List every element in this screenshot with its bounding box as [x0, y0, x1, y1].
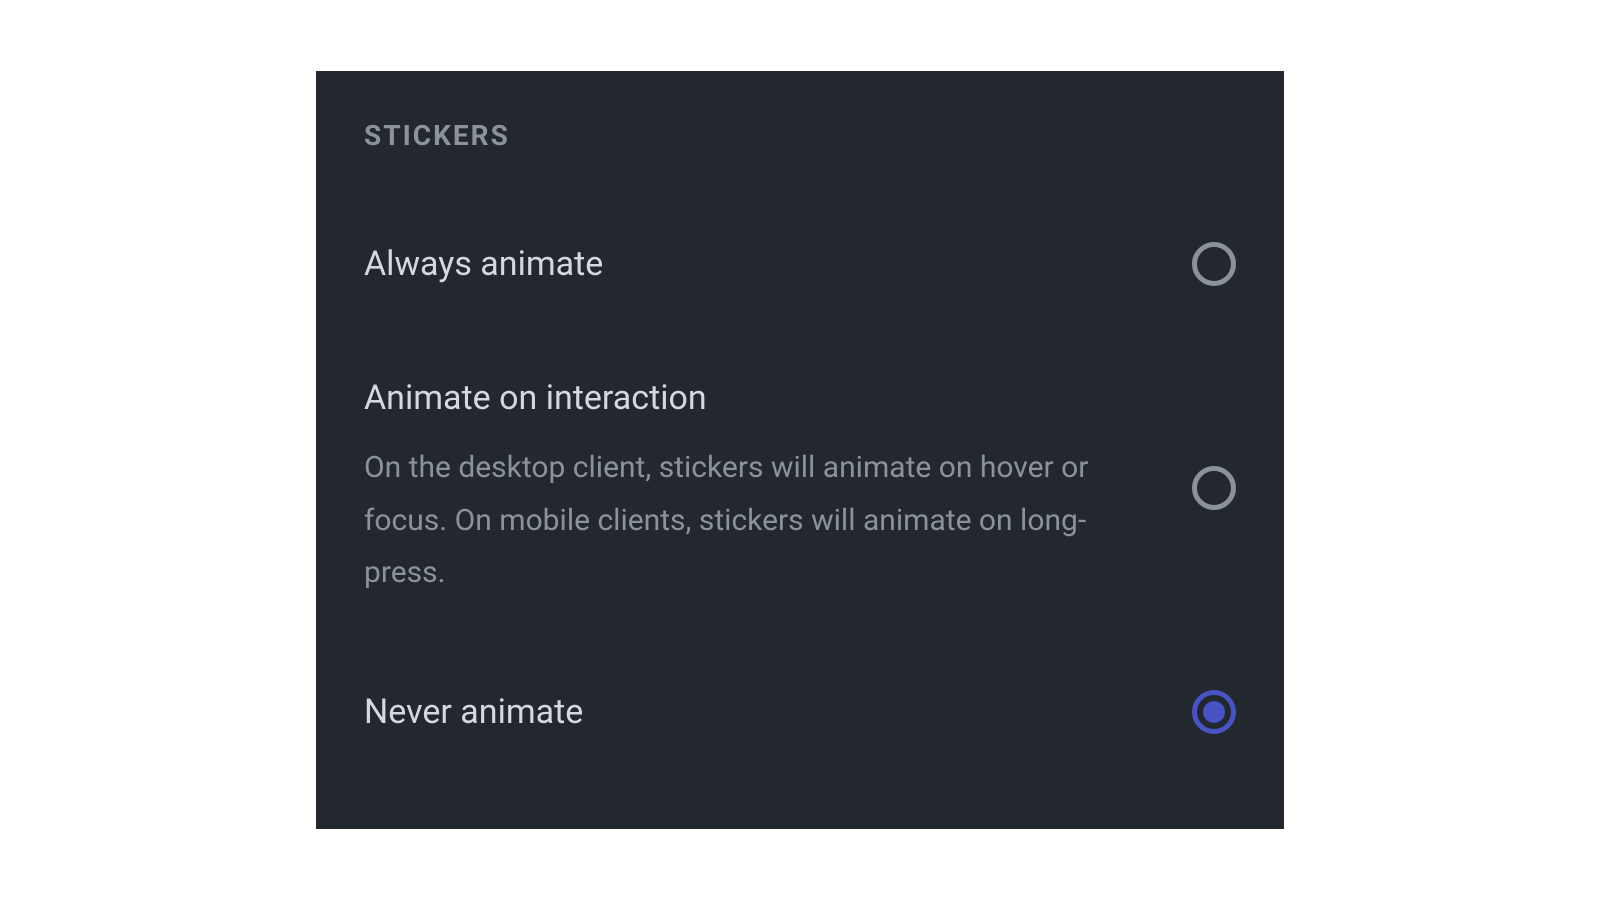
option-never-animate[interactable]: Never animate: [364, 690, 1236, 734]
radio-icon[interactable]: [1192, 242, 1236, 286]
option-text: Never animate: [364, 690, 1192, 734]
settings-panel: STICKERS Always animate Animate on inter…: [316, 71, 1284, 829]
radio-icon[interactable]: [1192, 690, 1236, 734]
option-label: Animate on interaction: [364, 376, 1152, 420]
option-label: Always animate: [364, 242, 1152, 286]
radio-icon[interactable]: [1192, 466, 1236, 510]
option-text: Always animate: [364, 242, 1192, 286]
option-always-animate[interactable]: Always animate: [364, 242, 1236, 286]
option-label: Never animate: [364, 690, 1152, 734]
option-description: On the desktop client, stickers will ani…: [364, 442, 1152, 600]
option-animate-on-interaction[interactable]: Animate on interaction On the desktop cl…: [364, 376, 1236, 600]
section-title: STICKERS: [364, 119, 1236, 152]
option-text: Animate on interaction On the desktop cl…: [364, 376, 1192, 600]
